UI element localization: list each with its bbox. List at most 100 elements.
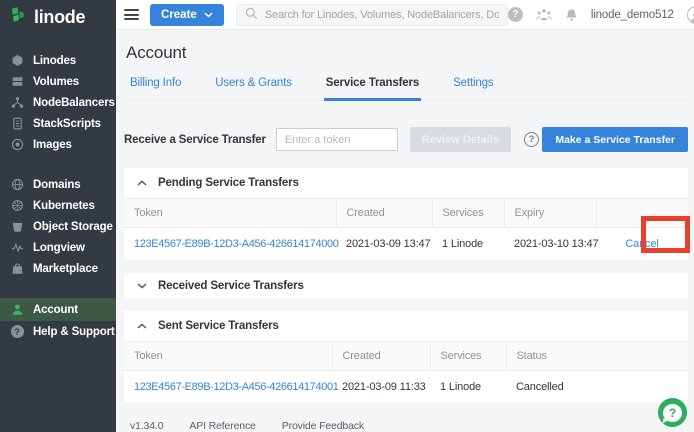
provide-feedback-link[interactable]: Provide Feedback (282, 420, 364, 432)
sent-panel-title: Sent Service Transfers (158, 320, 279, 332)
page-title: Account (126, 43, 688, 63)
sidebar-item-linodes[interactable]: Linodes (0, 50, 116, 71)
notifications-bell-icon[interactable] (565, 8, 578, 22)
api-reference-link[interactable]: API Reference (189, 420, 255, 432)
page-footer: v1.34.0 API Reference Provide Feedback (130, 420, 688, 432)
sidebar-item-nodebalancers[interactable]: NodeBalancers (0, 92, 116, 113)
annotation-highlight-cancel (641, 216, 690, 253)
username-label[interactable]: linode_demo512 (591, 9, 674, 21)
search-icon (245, 7, 258, 23)
tab-billing-info[interactable]: Billing Info (128, 75, 183, 101)
sidebar-item-stackscripts[interactable]: StackScripts (0, 113, 116, 134)
column-header-token: Token (124, 342, 332, 371)
pending-transfers-panel: Pending Service Transfers Token Created … (124, 168, 688, 261)
wheel-icon (10, 199, 24, 212)
receive-transfer-row: Receive a Service Transfer Review Detail… (124, 127, 688, 152)
column-header-token: Token (124, 199, 336, 228)
sidebar-item-account[interactable]: Account (0, 298, 116, 321)
nodebalancer-icon (10, 96, 24, 109)
sidebar-group-compute: Linodes Volumes NodeBalancers StackScrip… (0, 50, 116, 155)
sent-created-value: 2021-03-09 11:33 (332, 371, 430, 404)
linode-logo[interactable]: linode (0, 0, 116, 34)
sidebar-item-marketplace[interactable]: Marketplace (0, 258, 116, 279)
bag-icon (10, 262, 24, 275)
column-header-created: Created (332, 342, 430, 371)
global-search (236, 4, 508, 26)
sidebar-item-object-storage[interactable]: Object Storage (0, 216, 116, 237)
linode-logo-text: linode (34, 7, 85, 28)
pending-created-value: 2021-03-09 13:47 (336, 228, 432, 261)
receive-transfer-label: Receive a Service Transfer (124, 134, 266, 146)
sent-transfers-panel: Sent Service Transfers Token Created Ser… (124, 311, 688, 404)
pending-panel-title: Pending Service Transfers (158, 177, 299, 189)
linode-logo-icon (9, 6, 28, 28)
caret-up-icon (137, 180, 147, 186)
pulse-icon (10, 241, 24, 254)
caret-up-icon (137, 323, 147, 329)
stackscript-icon (10, 117, 24, 130)
pending-transfers-table: Token Created Services Expiry 123E4567-E… (124, 198, 688, 261)
topbar: Create ? linode_demo512 (116, 0, 694, 30)
linode-cloud-manager: linode Linodes Volumes NodeBalancers (0, 0, 694, 432)
sent-panel-header[interactable]: Sent Service Transfers (124, 311, 688, 341)
person-icon (10, 303, 24, 316)
sent-status-value: Cancelled (506, 371, 688, 404)
caret-down-icon (137, 283, 147, 289)
sidebar-item-help-support[interactable]: ? Help & Support (0, 321, 116, 342)
make-service-transfer-button[interactable]: Make a Service Transfer (542, 127, 688, 152)
tab-settings[interactable]: Settings (451, 75, 495, 101)
table-row: 123E4567-E89B-12D3-A456-426614174000 202… (124, 228, 688, 261)
sidebar-item-kubernetes[interactable]: Kubernetes (0, 195, 116, 216)
sidebar-item-longview[interactable]: Longview (0, 237, 116, 258)
help-icon[interactable]: ? (508, 7, 523, 22)
pending-expiry-value: 2021-03-10 13:47 (504, 228, 596, 261)
table-header-row: Token Created Services Expiry (124, 199, 688, 228)
main-content: Account Billing Info Users & Grants Serv… (116, 30, 694, 432)
chevron-down-icon (204, 9, 213, 21)
sent-transfers-table: Token Created Services Status 123E4567-E… (124, 341, 688, 404)
transfer-token-input[interactable] (276, 128, 398, 151)
community-icon[interactable] (536, 8, 552, 21)
bucket-icon (10, 220, 24, 233)
sidebar-nav: Linodes Volumes NodeBalancers StackScrip… (0, 50, 116, 342)
cube-icon (10, 54, 24, 67)
column-header-services: Services (432, 199, 504, 228)
sent-services-value: 1 Linode (430, 371, 506, 404)
received-transfers-panel: Received Service Transfers (124, 273, 688, 299)
received-panel-header[interactable]: Received Service Transfers (124, 273, 688, 299)
globe-icon (10, 178, 24, 191)
tab-users-grants[interactable]: Users & Grants (213, 75, 294, 101)
speech-bubble-question-icon: ? (663, 404, 682, 422)
images-icon (10, 138, 24, 151)
account-tabs: Billing Info Users & Grants Service Tran… (128, 75, 688, 101)
pending-token-link[interactable]: 123E4567-E89B-12D3-A456-426614174000 (134, 238, 339, 250)
received-panel-title: Received Service Transfers (158, 280, 304, 292)
column-header-created: Created (336, 199, 432, 228)
volumes-icon (10, 75, 24, 88)
sidebar-item-domains[interactable]: Domains (0, 174, 116, 195)
column-header-services: Services (430, 342, 506, 371)
question-icon: ? (10, 325, 24, 338)
table-row: 123E4567-E89B-12D3-A456-426614174001 202… (124, 371, 688, 404)
topbar-right: ? linode_demo512 (508, 6, 694, 24)
tab-service-transfers[interactable]: Service Transfers (324, 75, 421, 101)
search-input[interactable] (265, 9, 499, 21)
table-header-row: Token Created Services Status (124, 342, 688, 371)
version-label: v1.34.0 (130, 420, 163, 432)
receive-help-icon[interactable]: ? (524, 132, 539, 147)
sidebar-item-images[interactable]: Images (0, 134, 116, 155)
create-button[interactable]: Create (150, 4, 224, 26)
column-header-expiry: Expiry (504, 199, 596, 228)
pending-services-value: 1 Linode (432, 228, 504, 261)
pending-panel-header[interactable]: Pending Service Transfers (124, 168, 688, 198)
avatar[interactable] (687, 6, 694, 24)
sidebar-group-account: Account ? Help & Support (0, 298, 116, 342)
sent-token-link[interactable]: 123E4567-E89B-12D3-A456-426614174001 (134, 381, 339, 393)
hamburger-menu-button[interactable] (124, 9, 139, 20)
sidebar: linode Linodes Volumes NodeBalancers (0, 0, 116, 432)
help-chat-button[interactable]: ? (658, 398, 687, 427)
sidebar-group-services: Domains Kubernetes Object Storage Longvi… (0, 174, 116, 279)
review-details-button[interactable]: Review Details (410, 127, 511, 152)
sidebar-item-volumes[interactable]: Volumes (0, 71, 116, 92)
column-header-status: Status (506, 342, 688, 371)
